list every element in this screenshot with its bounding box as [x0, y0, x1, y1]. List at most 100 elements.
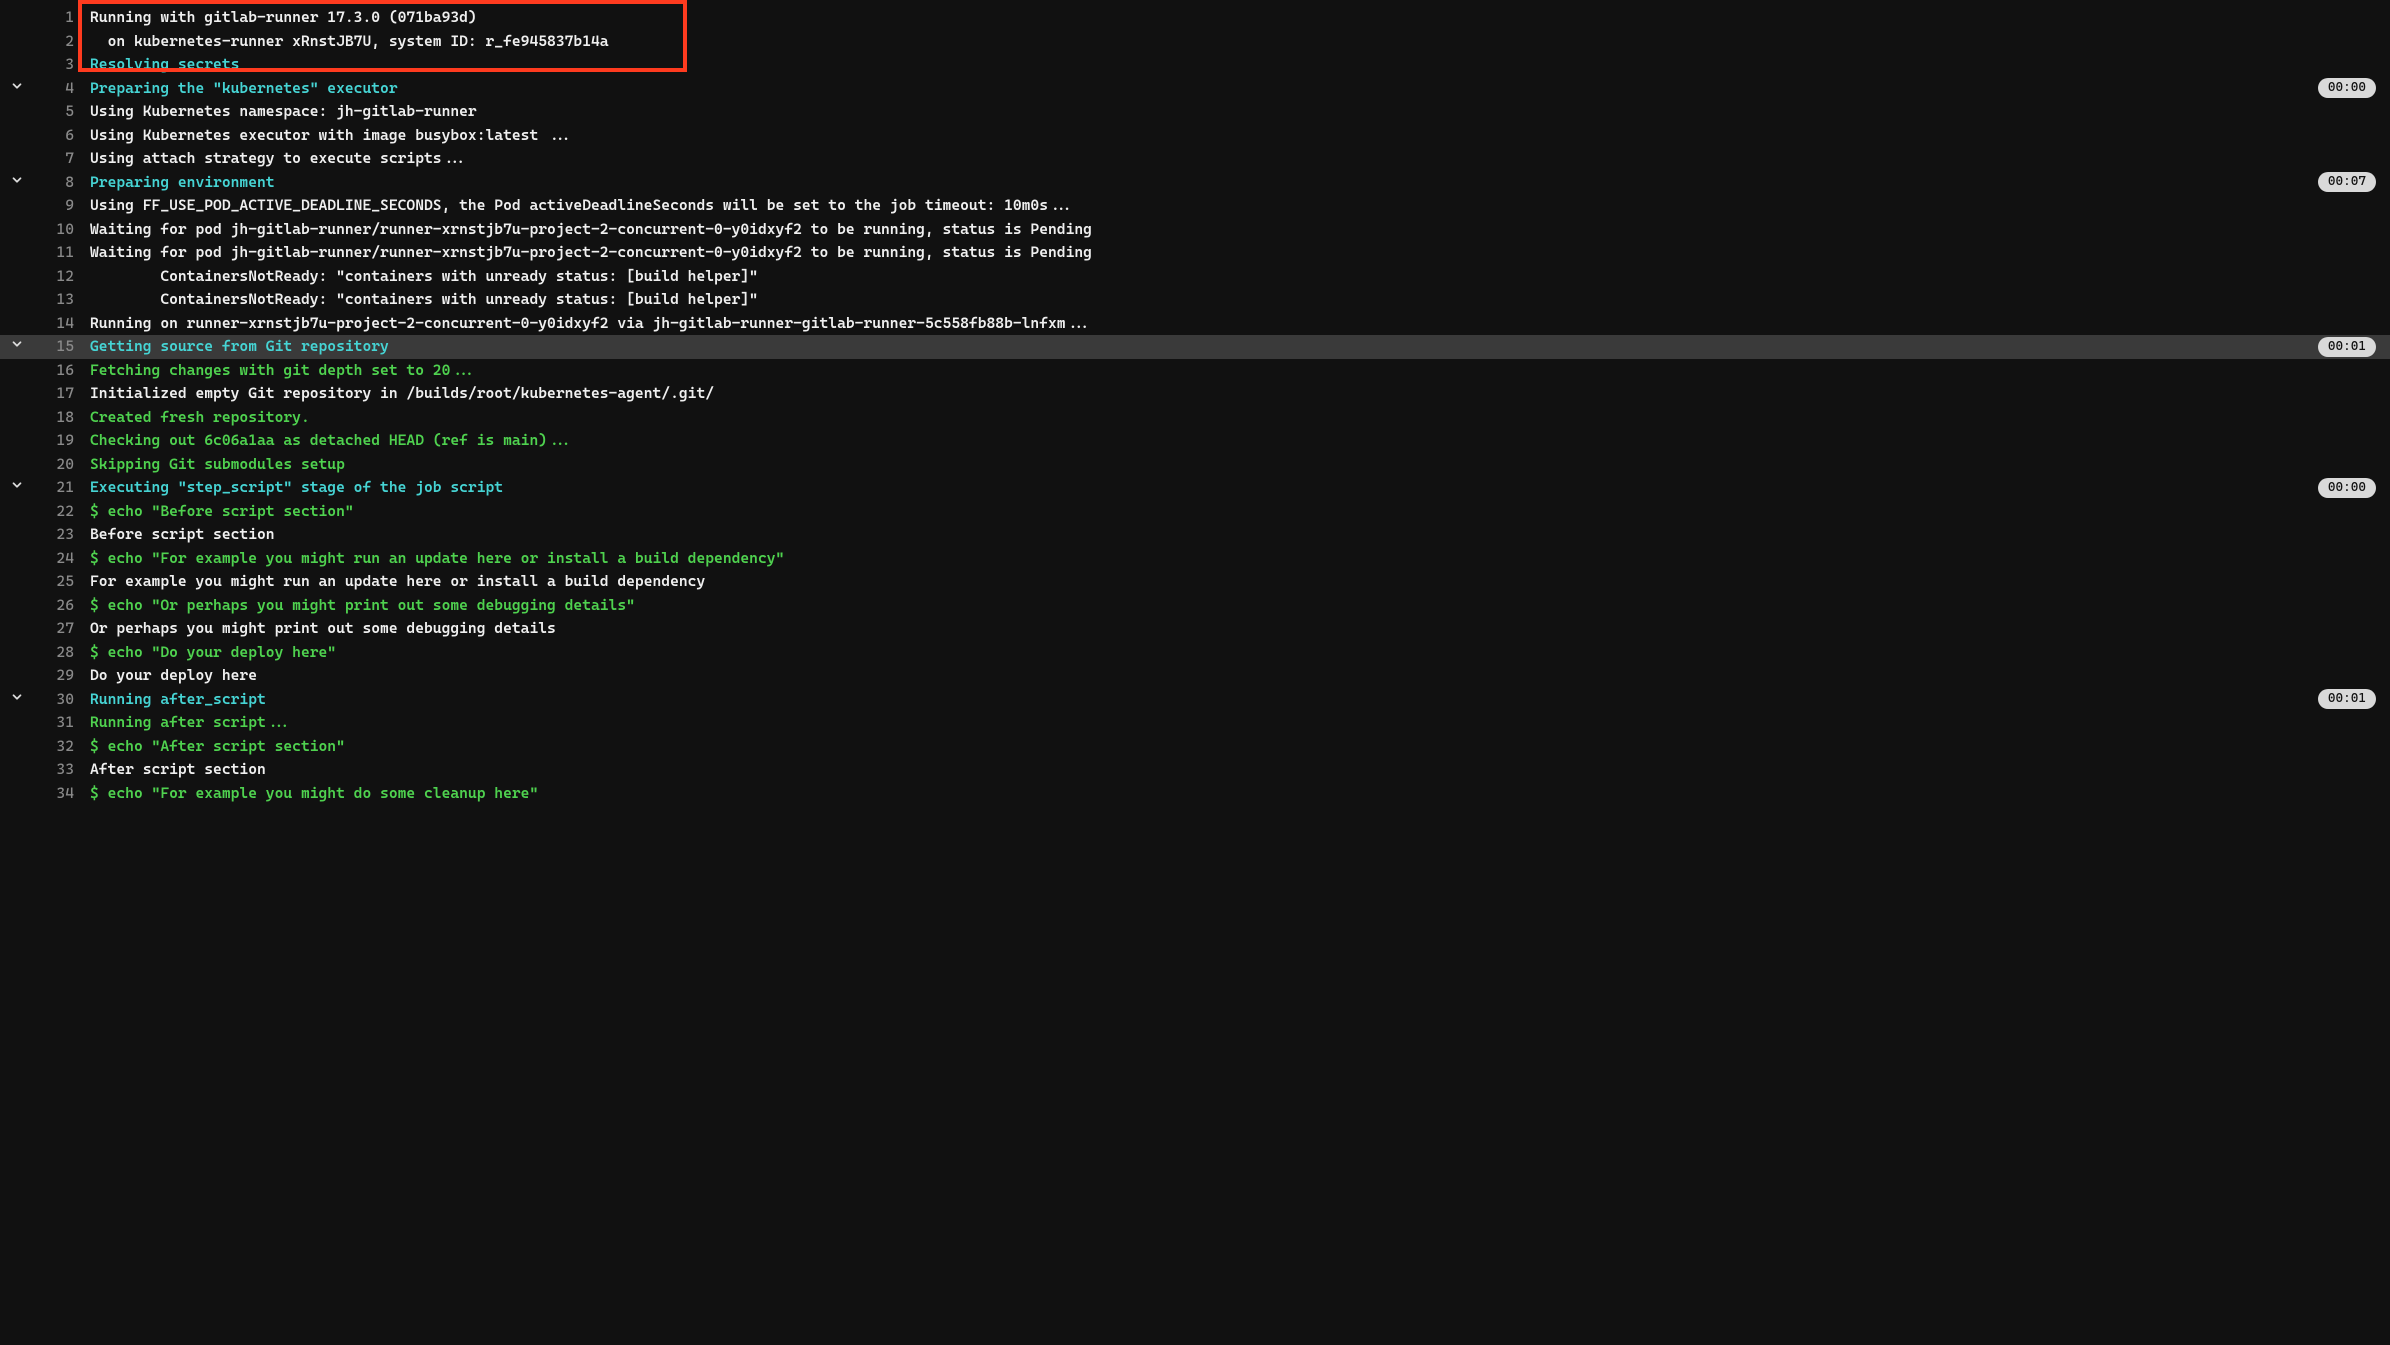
line-number[interactable]: 7 [34, 147, 78, 170]
line-number[interactable]: 26 [34, 594, 78, 617]
log-line[interactable]: 31Running after script... [0, 711, 2390, 735]
log-line[interactable]: 11Waiting for pod jh-gitlab-runner/runne… [0, 241, 2390, 265]
chevron-down-icon[interactable] [10, 337, 24, 358]
line-number[interactable]: 1 [34, 6, 78, 29]
collapse-column [0, 265, 34, 267]
log-line[interactable]: 3Resolving secrets [0, 53, 2390, 77]
line-number[interactable]: 17 [34, 382, 78, 405]
log-line[interactable]: 6Using Kubernetes executor with image bu… [0, 124, 2390, 148]
log-line[interactable]: 15Getting source from Git repository00:0… [0, 335, 2390, 359]
line-number[interactable]: 4 [34, 77, 78, 100]
log-line[interactable]: 23Before script section [0, 523, 2390, 547]
collapse-column [0, 735, 34, 737]
line-number[interactable]: 6 [34, 124, 78, 147]
log-line[interactable]: 25For example you might run an update he… [0, 570, 2390, 594]
log-text: Created fresh repository. [78, 406, 2390, 429]
log-line[interactable]: 17Initialized empty Git repository in /b… [0, 382, 2390, 406]
line-number[interactable]: 10 [34, 218, 78, 241]
line-number[interactable]: 9 [34, 194, 78, 217]
log-line[interactable]: 26$ echo "Or perhaps you might print out… [0, 594, 2390, 618]
log-text: Waiting for pod jh-gitlab-runner/runner-… [78, 218, 2390, 241]
log-line[interactable]: 9Using FF_USE_POD_ACTIVE_DEADLINE_SECOND… [0, 194, 2390, 218]
line-number[interactable]: 33 [34, 758, 78, 781]
line-number[interactable]: 15 [34, 335, 78, 358]
collapse-column [0, 194, 34, 196]
line-number[interactable]: 29 [34, 664, 78, 687]
line-number[interactable]: 14 [34, 312, 78, 335]
line-number[interactable]: 22 [34, 500, 78, 523]
chevron-down-icon[interactable] [10, 79, 24, 100]
line-number[interactable]: 32 [34, 735, 78, 758]
log-line[interactable]: 20Skipping Git submodules setup [0, 453, 2390, 477]
line-number[interactable]: 2 [34, 30, 78, 53]
line-number[interactable]: 20 [34, 453, 78, 476]
log-line[interactable]: 4Preparing the "kubernetes" executor00:0… [0, 77, 2390, 101]
line-number[interactable]: 5 [34, 100, 78, 123]
section-duration-badge: 00:07 [2318, 172, 2376, 192]
collapse-column [0, 664, 34, 666]
collapse-column [0, 547, 34, 549]
line-number[interactable]: 11 [34, 241, 78, 264]
line-number[interactable]: 23 [34, 523, 78, 546]
log-line[interactable]: 33After script section [0, 758, 2390, 782]
line-number[interactable]: 8 [34, 171, 78, 194]
log-text: Preparing the "kubernetes" executor [78, 77, 2318, 100]
log-line[interactable]: 32$ echo "After script section" [0, 735, 2390, 759]
chevron-down-icon[interactable] [10, 690, 24, 711]
log-line[interactable]: 16Fetching changes with git depth set to… [0, 359, 2390, 383]
log-line[interactable]: 34$ echo "For example you might do some … [0, 782, 2390, 806]
log-text: Or perhaps you might print out some debu… [78, 617, 2390, 640]
line-number[interactable]: 21 [34, 476, 78, 499]
chevron-down-icon[interactable] [10, 173, 24, 194]
log-line[interactable]: 19Checking out 6c06a1aa as detached HEAD… [0, 429, 2390, 453]
collapse-column [0, 476, 34, 499]
log-line[interactable]: 24$ echo "For example you might run an u… [0, 547, 2390, 571]
job-log-output: 1Running with gitlab-runner 17.3.0 (071b… [0, 6, 2390, 805]
line-number[interactable]: 3 [34, 53, 78, 76]
chevron-down-icon[interactable] [10, 478, 24, 499]
line-number[interactable]: 28 [34, 641, 78, 664]
log-line[interactable]: 30Running after_script00:01 [0, 688, 2390, 712]
log-line[interactable]: 21Executing "step_script" stage of the j… [0, 476, 2390, 500]
line-number[interactable]: 24 [34, 547, 78, 570]
collapse-column [0, 53, 34, 55]
line-number[interactable]: 12 [34, 265, 78, 288]
collapse-column [0, 171, 34, 194]
log-line[interactable]: 18Created fresh repository. [0, 406, 2390, 430]
line-number[interactable]: 34 [34, 782, 78, 805]
log-line[interactable]: 5Using Kubernetes namespace: jh-gitlab-r… [0, 100, 2390, 124]
line-number[interactable]: 18 [34, 406, 78, 429]
log-line[interactable]: 14Running on runner-xrnstjb7u-project-2-… [0, 312, 2390, 336]
collapse-column [0, 453, 34, 455]
log-line[interactable]: 22$ echo "Before script section" [0, 500, 2390, 524]
log-text: Running with gitlab-runner 17.3.0 (071ba… [78, 6, 2390, 29]
log-line[interactable]: 27Or perhaps you might print out some de… [0, 617, 2390, 641]
line-number[interactable]: 16 [34, 359, 78, 382]
section-duration-badge: 00:01 [2318, 337, 2376, 357]
log-line[interactable]: 29Do your deploy here [0, 664, 2390, 688]
log-text: Running after script... [78, 711, 2390, 734]
log-text: Waiting for pod jh-gitlab-runner/runner-… [78, 241, 2390, 264]
log-line[interactable]: 1Running with gitlab-runner 17.3.0 (071b… [0, 6, 2390, 30]
log-text: Using Kubernetes namespace: jh-gitlab-ru… [78, 100, 2390, 123]
log-line[interactable]: 10Waiting for pod jh-gitlab-runner/runne… [0, 218, 2390, 242]
collapse-column [0, 406, 34, 408]
section-duration-badge: 00:01 [2318, 689, 2376, 709]
log-line[interactable]: 28$ echo "Do your deploy here" [0, 641, 2390, 665]
line-number[interactable]: 30 [34, 688, 78, 711]
log-line[interactable]: 2 on kubernetes-runner xRnstJB7U, system… [0, 30, 2390, 54]
collapse-column [0, 77, 34, 100]
log-text: Getting source from Git repository [78, 335, 2318, 358]
line-number[interactable]: 31 [34, 711, 78, 734]
line-number[interactable]: 19 [34, 429, 78, 452]
collapse-column [0, 758, 34, 760]
line-number[interactable]: 13 [34, 288, 78, 311]
log-line[interactable]: 8Preparing environment00:07 [0, 171, 2390, 195]
log-line[interactable]: 12 ContainersNotReady: "containers with … [0, 265, 2390, 289]
line-number[interactable]: 25 [34, 570, 78, 593]
line-number[interactable]: 27 [34, 617, 78, 640]
collapse-column [0, 594, 34, 596]
log-line[interactable]: 13 ContainersNotReady: "containers with … [0, 288, 2390, 312]
log-line[interactable]: 7Using attach strategy to execute script… [0, 147, 2390, 171]
collapse-column [0, 570, 34, 572]
